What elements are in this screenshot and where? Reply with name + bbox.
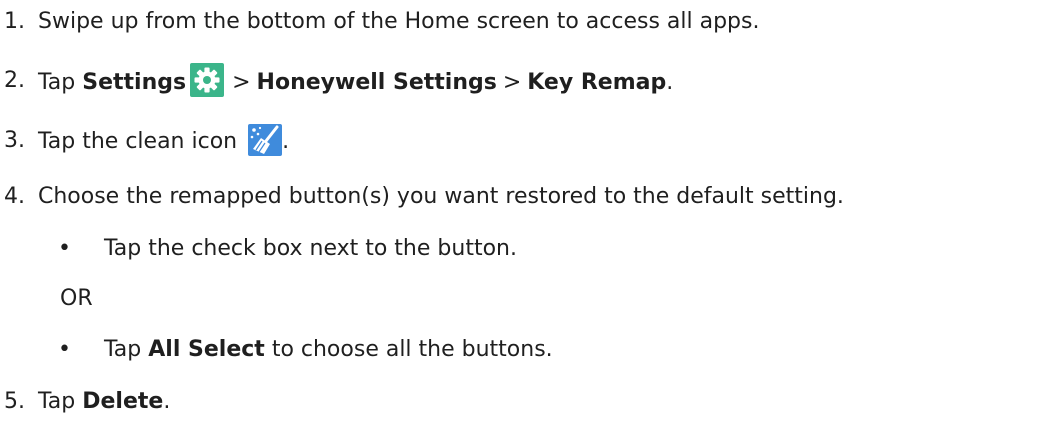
step-suffix: . (666, 70, 674, 95)
substep-text: Tap the check box next to the button. (104, 236, 517, 261)
step-suffix: . (282, 129, 290, 154)
separator: > (502, 70, 522, 95)
bullet: • (58, 236, 71, 261)
step-prefix: Tap (38, 70, 76, 95)
step-number: 4. (4, 184, 25, 209)
step-prefix: Tap (38, 389, 76, 414)
substep-text: Tap All Select to choose all the buttons… (104, 335, 553, 365)
separator: > (232, 70, 251, 95)
settings-label: Settings (82, 70, 187, 95)
settings-gear-icon (190, 63, 225, 97)
substep-suffix: to choose all the buttons. (271, 337, 553, 362)
step-text: Tap Settings > Honeywell Settings > Key Rem… (38, 63, 674, 100)
step-body: Tap the clean icon (38, 129, 238, 154)
step-number: 2. (4, 68, 25, 93)
step-text: Tap the clean icon . (38, 124, 290, 158)
bullet: • (58, 337, 71, 362)
step-number: 1. (4, 9, 25, 34)
step-suffix: . (163, 389, 171, 414)
substep-prefix: Tap (104, 337, 142, 362)
clean-broom-icon (248, 124, 283, 156)
key-remap-label: Key Remap (527, 70, 667, 95)
step-text: Swipe up from the bottom of the Home scr… (38, 9, 760, 34)
step-text: Choose the remapped button(s) you want r… (38, 184, 844, 209)
step-number: 5. (4, 389, 25, 414)
or-text: OR (60, 286, 93, 311)
all-select-label: All Select (148, 337, 265, 362)
step-number: 3. (4, 128, 25, 153)
step-text: Tap Delete. (38, 387, 170, 417)
delete-label: Delete (82, 389, 164, 414)
honeywell-settings-label: Honeywell Settings (256, 70, 497, 95)
